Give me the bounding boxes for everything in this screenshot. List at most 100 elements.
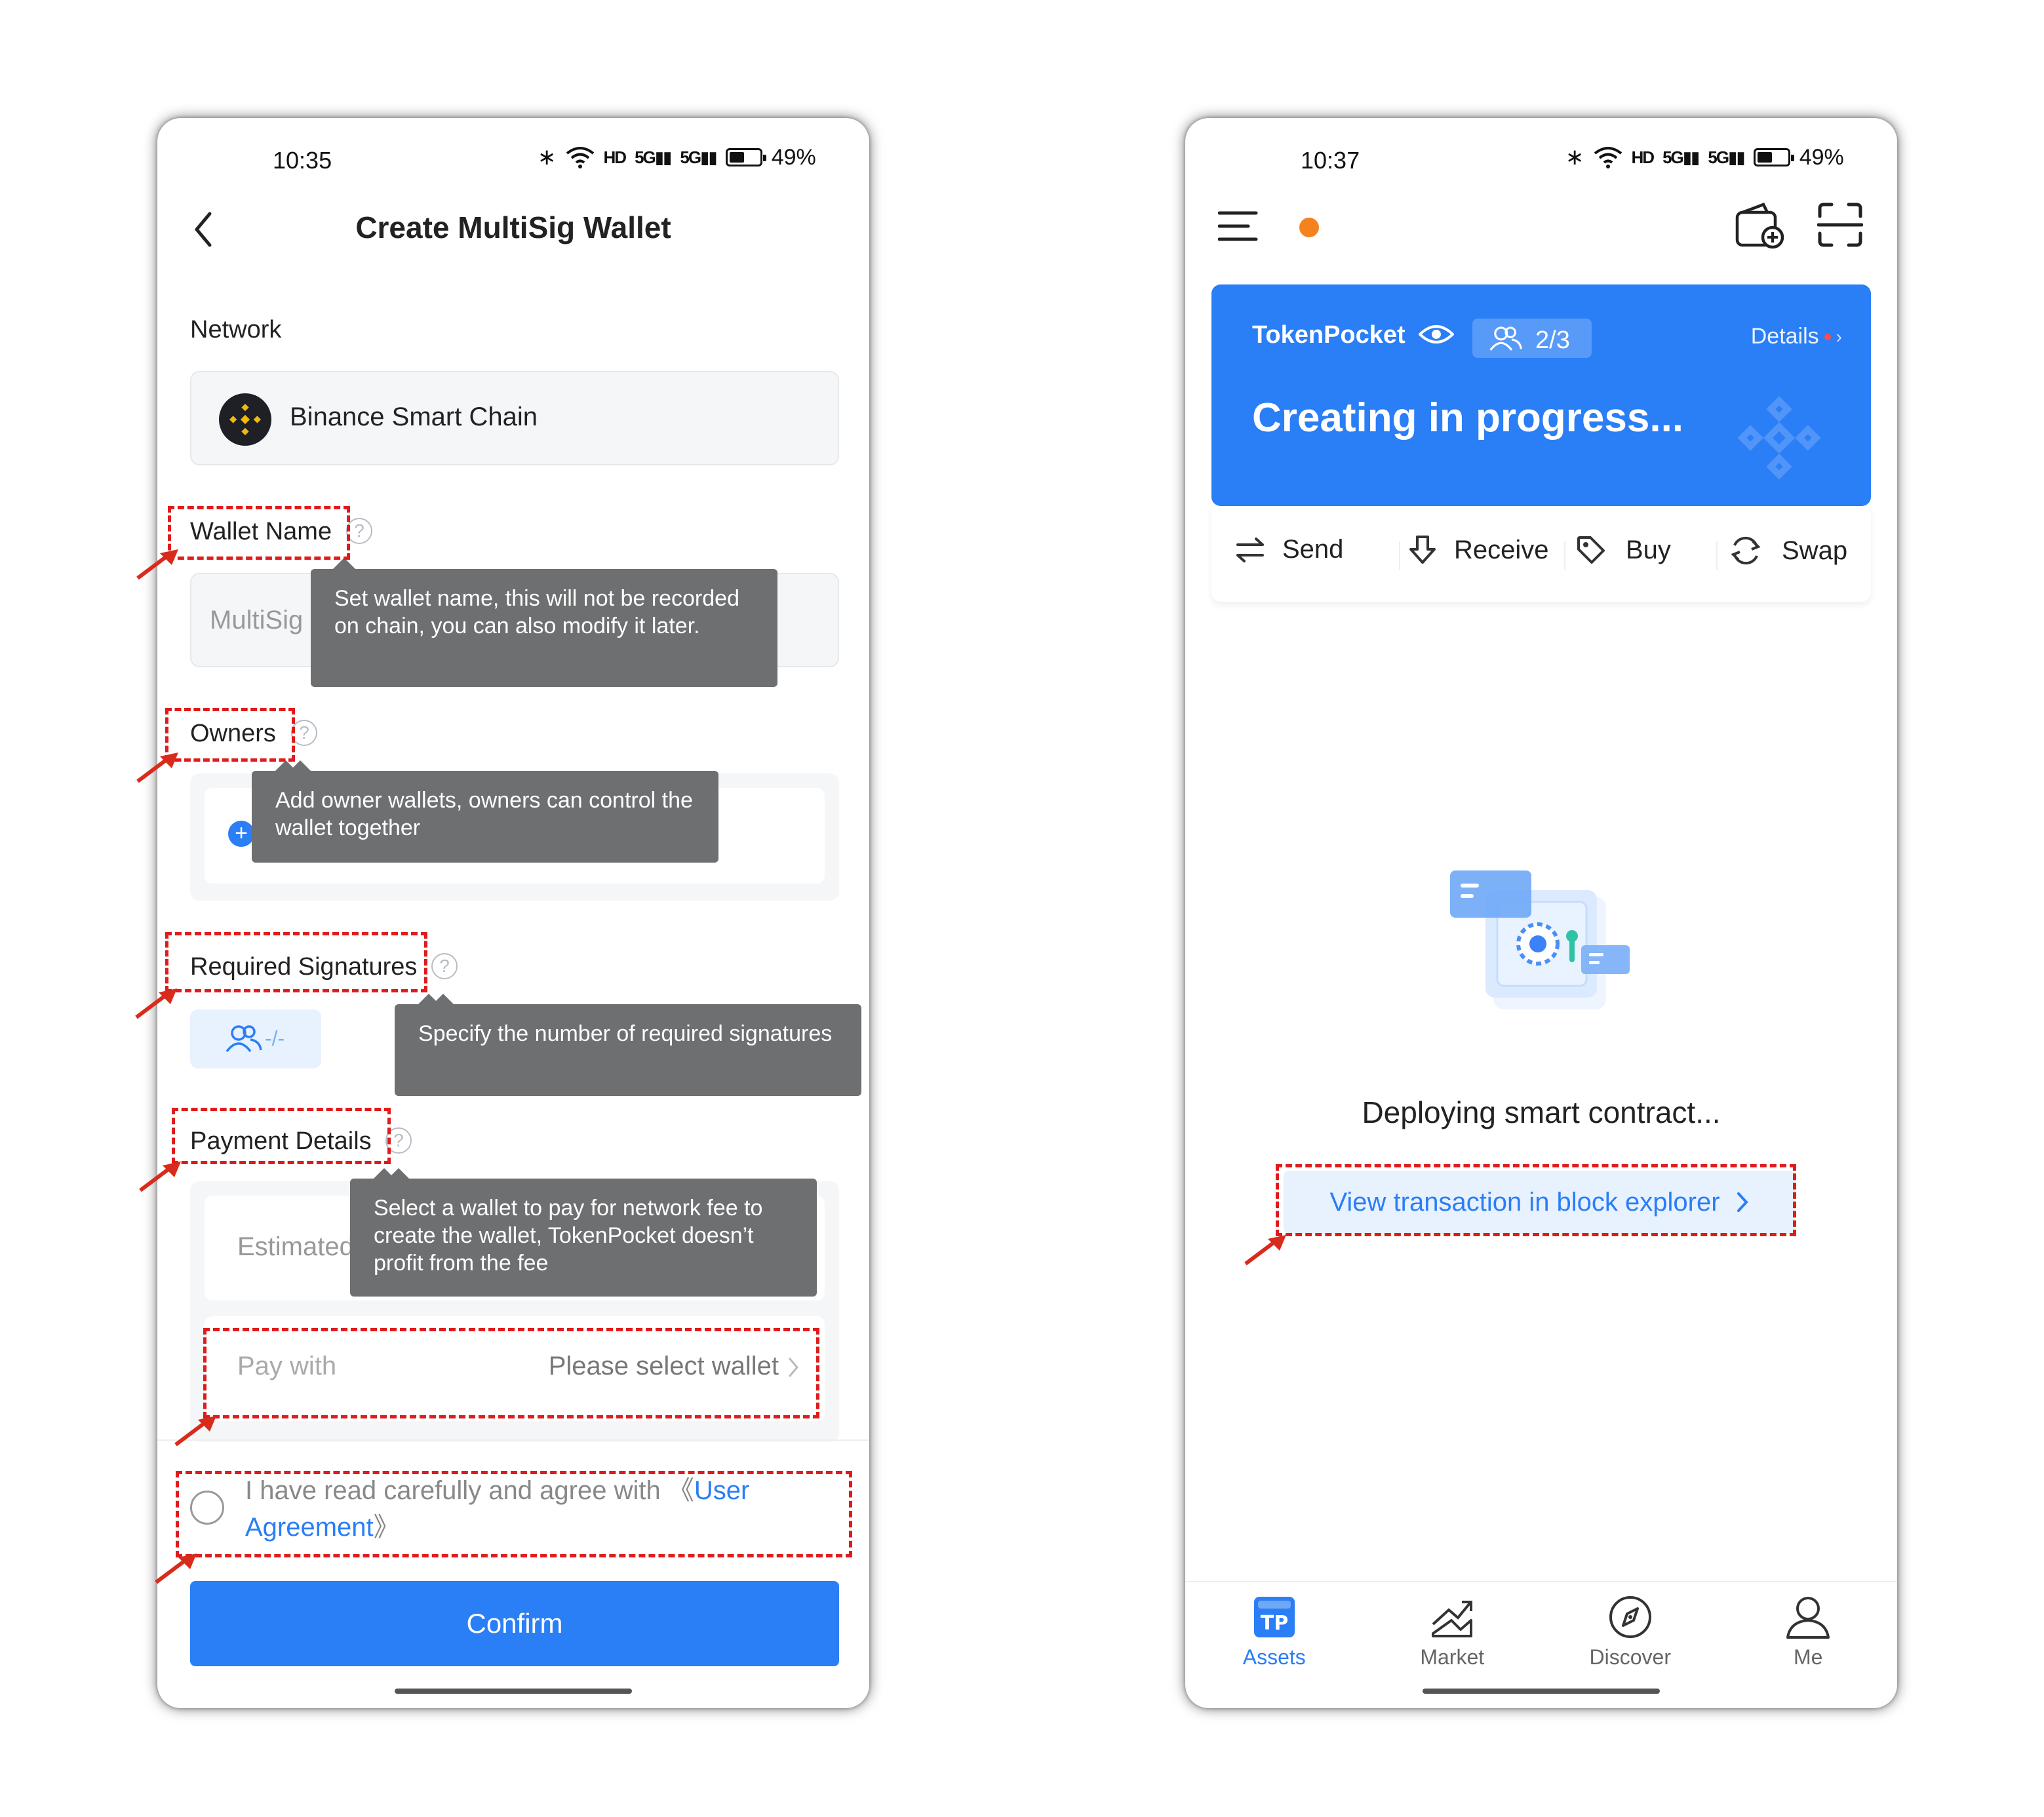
signal-5g-icon-2: 5G▮▮ [1708, 147, 1745, 167]
owners-count-badge: 2/3 [1472, 319, 1592, 358]
signal-5g-icon-1: 5G▮▮ [635, 147, 672, 167]
pointer-arrow-icon [136, 549, 178, 580]
swap-cycle-icon [1731, 536, 1761, 565]
market-chart-icon [1432, 1601, 1473, 1637]
buy-action[interactable]: Buy [1576, 535, 1671, 565]
payment-details-tooltip: Select a wallet to pay for network fee t… [350, 1168, 817, 1297]
add-wallet-icon[interactable] [1735, 201, 1784, 250]
nav-market[interactable]: Market [1386, 1594, 1518, 1670]
wallet-name-tooltip: .tt1::before{left:46px;} Set wallet name… [311, 558, 777, 687]
wallet-name-tooltip-text: Set wallet name, this will not be record… [334, 586, 739, 638]
nav-assets-label: Assets [1242, 1645, 1306, 1669]
hd-icon: HD [603, 147, 627, 167]
notification-dot [1299, 218, 1319, 237]
highlight-payment-details [172, 1108, 391, 1164]
status-time: 10:35 [273, 147, 332, 174]
send-label: Send [1282, 535, 1344, 564]
deploying-illustration [1450, 870, 1630, 1009]
details-link[interactable]: Details › [1751, 324, 1842, 349]
required-signatures-help-icon[interactable]: ? [431, 953, 458, 979]
scan-icon[interactable] [1817, 202, 1863, 248]
pointer-arrow-icon [174, 1416, 216, 1447]
svg-text:TP: TP [1261, 1612, 1288, 1635]
confirm-label: Confirm [466, 1608, 563, 1639]
bottom-divider [157, 1439, 869, 1441]
action-separator [1564, 541, 1565, 570]
highlight-explorer-link [1276, 1164, 1796, 1236]
tooltip-pointer [388, 1168, 409, 1179]
wallet-card[interactable]: TokenPocket 2/3 Details › Creating in pr… [1211, 284, 1871, 506]
highlight-required-signatures [165, 932, 427, 992]
tooltip-pointer [333, 558, 354, 569]
nav-discover-label: Discover [1589, 1645, 1671, 1669]
status-icons: ∗ HD 5G▮▮ 5G▮▮ 49% [1565, 144, 1844, 170]
owners-group-icon [226, 1025, 262, 1053]
receive-action[interactable]: Receive [1408, 535, 1549, 565]
nav-assets[interactable]: TP Assets [1209, 1594, 1340, 1670]
status-icons: ∗ HD 5G▮▮ 5G▮▮ 49% [538, 144, 816, 170]
owners-tooltip-text: Add owner wallets, owners can control th… [275, 788, 693, 840]
owners-count: 2/3 [1535, 326, 1570, 354]
action-bar: Send Receive Buy Swap [1211, 506, 1871, 602]
hd-icon: HD [1631, 147, 1655, 167]
owners-group-icon [1489, 326, 1522, 351]
page-title: Create MultiSig Wallet [355, 210, 671, 244]
wifi-icon [566, 147, 594, 168]
tp-logo-icon: TP [1253, 1597, 1295, 1637]
send-action[interactable]: Send [1235, 535, 1343, 564]
battery-percent: 49% [1799, 144, 1844, 170]
highlight-agreement [176, 1471, 852, 1557]
action-separator [1716, 541, 1718, 570]
pointer-arrow-icon [155, 1553, 197, 1584]
menu-icon[interactable] [1218, 210, 1259, 243]
deploying-text: Deploying smart contract... [1362, 1095, 1721, 1129]
highlight-pay-with [203, 1328, 819, 1418]
home-indicator [1423, 1689, 1660, 1694]
details-dot [1824, 333, 1831, 340]
bluetooth-icon: ∗ [1565, 145, 1584, 170]
network-selector[interactable]: Binance Smart Chain [190, 371, 839, 465]
pointer-arrow-icon [1244, 1235, 1286, 1266]
wallet-status-text: Creating in progress... [1252, 395, 1684, 440]
buy-label: Buy [1626, 535, 1671, 564]
download-arrow-icon [1409, 536, 1436, 564]
highlight-wallet-name [168, 506, 350, 560]
owners-help-icon[interactable]: ? [291, 720, 317, 746]
chevron-right-icon: › [1836, 326, 1842, 347]
required-signatures-selector[interactable]: -/- [190, 1009, 321, 1068]
add-owner-icon[interactable]: + [228, 821, 254, 847]
compass-icon [1609, 1596, 1651, 1638]
bottom-nav-divider [1185, 1581, 1897, 1582]
person-icon [1786, 1597, 1830, 1639]
nav-me[interactable]: Me [1742, 1594, 1874, 1670]
eye-icon[interactable] [1419, 322, 1454, 346]
home-indicator [395, 1689, 632, 1694]
required-signatures-tooltip-text: Specify the number of required signature… [418, 1021, 833, 1046]
pointer-arrow-icon [135, 988, 177, 1019]
transfer-arrows-icon [1236, 537, 1264, 562]
swap-action[interactable]: Swap [1729, 535, 1847, 566]
nav-discover[interactable]: Discover [1565, 1594, 1696, 1670]
required-signatures-value: -/- [265, 1026, 285, 1050]
network-value: Binance Smart Chain [290, 402, 538, 431]
bluetooth-icon: ∗ [538, 145, 557, 170]
nav-market-label: Market [1420, 1645, 1485, 1669]
battery-icon [725, 148, 766, 166]
tag-icon [1577, 536, 1605, 564]
nav-me-label: Me [1794, 1645, 1823, 1669]
action-separator [1399, 541, 1400, 570]
required-signatures-tooltip: Specify the number of required signature… [395, 994, 861, 1096]
right-phone-screen: 10:37 ∗ HD 5G▮▮ 5G▮▮ 49% TokenPocket 2/3… [1185, 118, 1897, 1708]
owners-tooltip: Add owner wallets, owners can control th… [252, 760, 718, 863]
binance-watermark-icon [1737, 396, 1821, 480]
binance-logo-icon [219, 393, 271, 446]
pointer-arrow-icon [136, 752, 178, 783]
signal-5g-icon-2: 5G▮▮ [680, 147, 717, 167]
wallet-name-placeholder: MultiSig [210, 606, 304, 635]
wallet-name-help-icon[interactable]: ? [346, 518, 372, 544]
battery-icon [1753, 148, 1794, 166]
network-label: Network [190, 316, 282, 343]
confirm-button[interactable]: Confirm [190, 1581, 839, 1666]
signal-5g-icon-1: 5G▮▮ [1662, 147, 1700, 167]
details-label: Details [1750, 324, 1819, 349]
